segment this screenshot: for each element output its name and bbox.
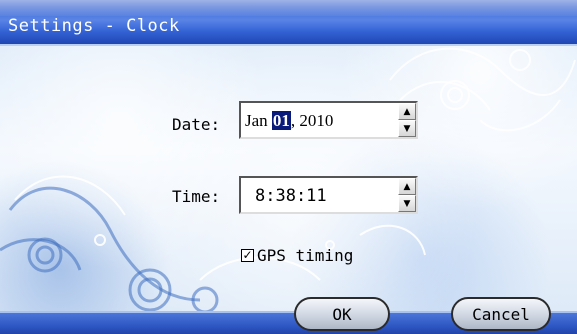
time-value[interactable]: 8:38:11 <box>255 186 327 206</box>
title-bar-gloss <box>0 0 577 16</box>
time-label: Time: <box>172 187 221 206</box>
date-value[interactable]: Jan 01, 2010 <box>245 111 333 131</box>
gps-timing-checkbox[interactable]: ✓ <box>241 248 254 262</box>
window-title: Settings - Clock <box>8 16 180 36</box>
gps-timing-label[interactable]: GPS timing <box>257 246 353 265</box>
date-spin-buttons: ▲ ▼ <box>398 103 416 137</box>
clock-settings-window: Settings - Clock Date: Jan 01, 2010 ▲ ▼ … <box>0 0 577 334</box>
ok-button[interactable]: OK <box>294 297 390 331</box>
spin-up-arrow-icon[interactable]: ▲ <box>398 178 416 195</box>
date-month: Jan <box>245 111 272 130</box>
gps-timing-checkbox-row[interactable]: ✓ GPS timing <box>241 245 353 265</box>
date-label: Date: <box>172 115 221 134</box>
spin-down-arrow-icon[interactable]: ▼ <box>398 120 416 137</box>
title-bar: Settings - Clock <box>0 0 577 46</box>
date-day-selected[interactable]: 01 <box>271 111 291 130</box>
date-year: , 2010 <box>290 111 334 130</box>
spin-down-arrow-icon[interactable]: ▼ <box>398 195 416 212</box>
cancel-button[interactable]: Cancel <box>451 297 551 331</box>
time-spinbox[interactable]: 8:38:11 ▲ ▼ <box>239 176 418 214</box>
date-spinbox[interactable]: Jan 01, 2010 ▲ ▼ <box>239 101 418 139</box>
spin-up-arrow-icon[interactable]: ▲ <box>398 103 416 120</box>
time-spin-buttons: ▲ ▼ <box>398 178 416 212</box>
background-swirl-decoration <box>0 47 576 314</box>
